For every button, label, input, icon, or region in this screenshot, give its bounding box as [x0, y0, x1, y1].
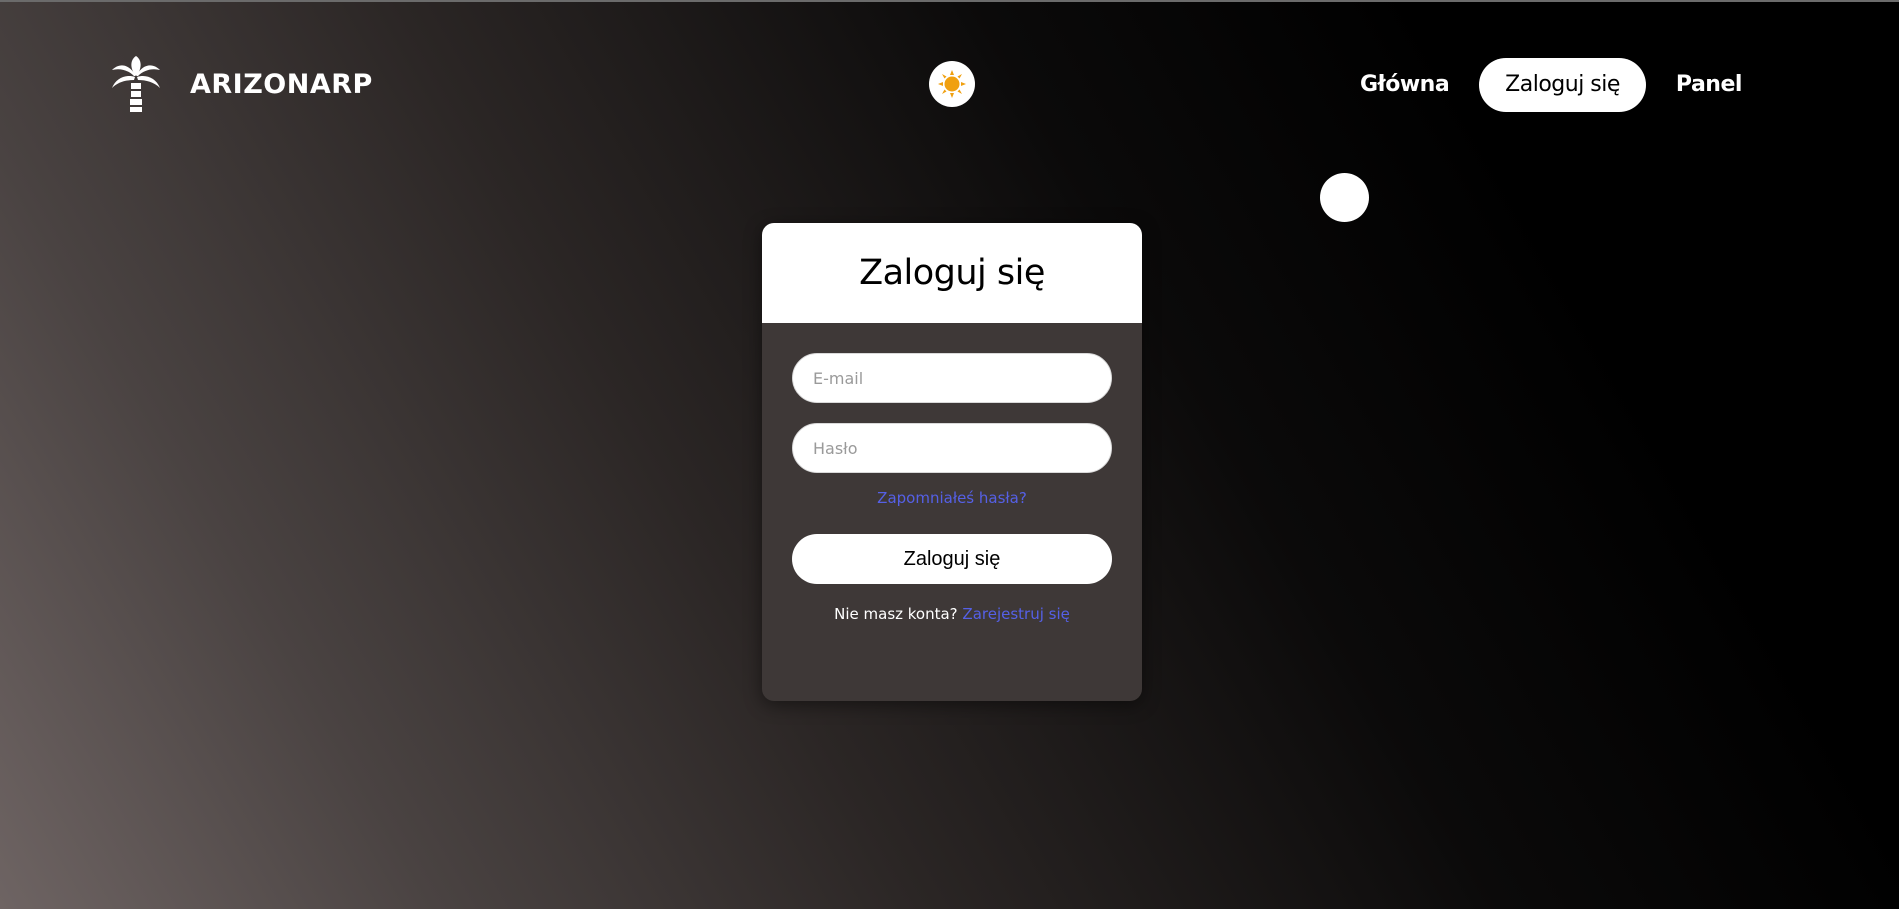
- nav-link-home[interactable]: Główna: [1340, 58, 1469, 112]
- login-form: Zapomniałeś hasła? Zaloguj się Nie masz …: [762, 323, 1142, 623]
- brand-name: ARIZONARP: [190, 68, 373, 100]
- email-input[interactable]: [792, 353, 1112, 403]
- sun-icon: [938, 70, 966, 98]
- login-title: Zaloguj się: [859, 253, 1045, 293]
- register-prompt: Nie masz konta? Zarejestruj się: [792, 605, 1112, 623]
- password-input[interactable]: [792, 423, 1112, 473]
- palm-tree-icon: [112, 56, 160, 112]
- top-border: [0, 0, 1899, 2]
- register-link[interactable]: Zarejestruj się: [962, 605, 1069, 623]
- no-account-text: Nie masz konta?: [834, 605, 958, 623]
- brand-logo[interactable]: ARIZONARP: [108, 56, 373, 112]
- forgot-password-link[interactable]: Zapomniałeś hasła?: [792, 489, 1112, 507]
- login-submit-button[interactable]: Zaloguj się: [792, 534, 1112, 584]
- login-card: Zaloguj się Zapomniałeś hasła? Zaloguj s…: [762, 223, 1142, 701]
- nav-link-panel[interactable]: Panel: [1656, 58, 1762, 112]
- theme-toggle-button[interactable]: [929, 61, 975, 107]
- nav-link-login[interactable]: Zaloguj się: [1479, 58, 1646, 112]
- cursor-follower-dot: [1320, 173, 1369, 222]
- main-nav: Główna Zaloguj się Panel: [1340, 58, 1762, 112]
- login-card-header: Zaloguj się: [762, 223, 1142, 323]
